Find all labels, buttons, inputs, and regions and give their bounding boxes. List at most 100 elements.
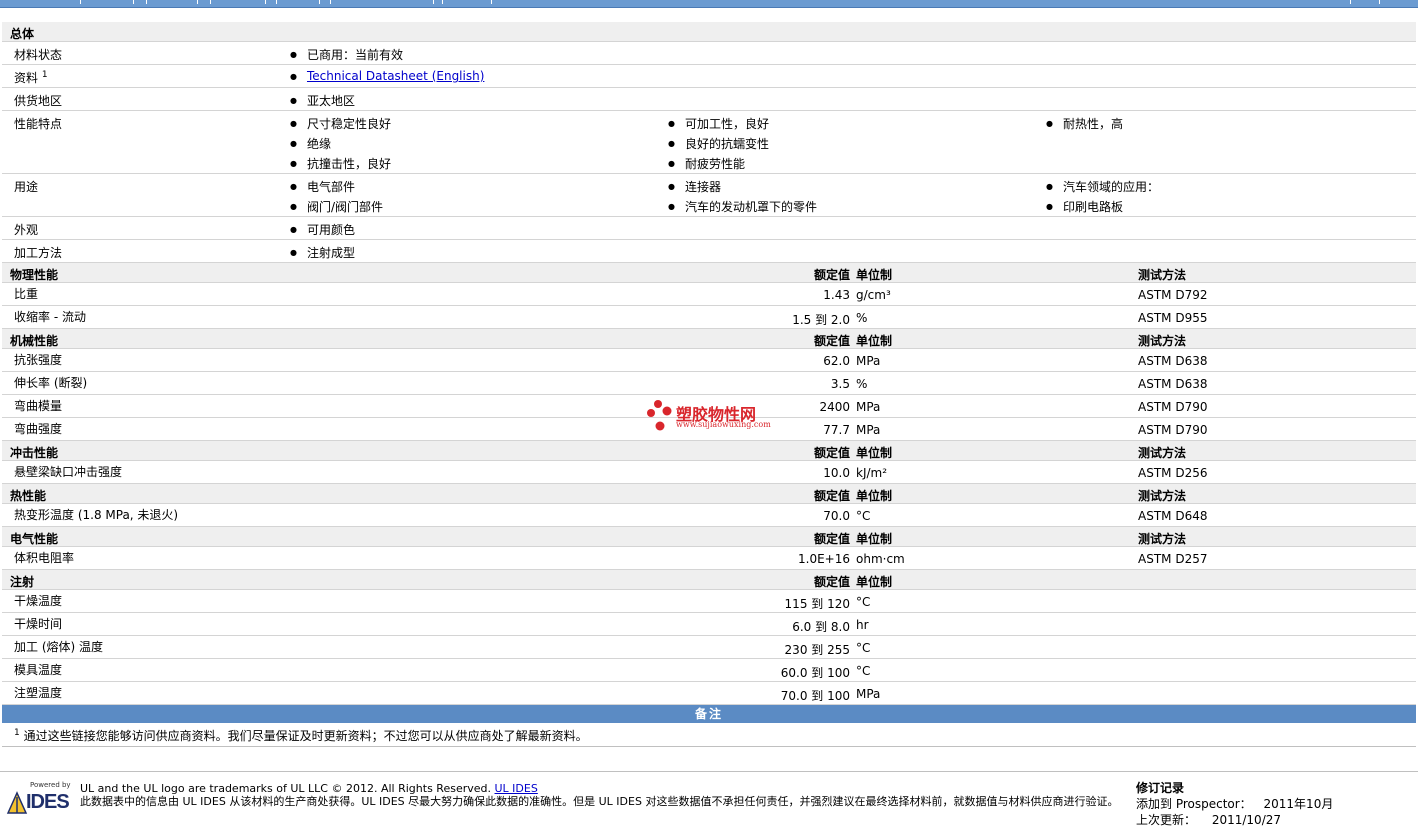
property-label: 干燥时间 bbox=[14, 617, 63, 631]
property-unit: °C bbox=[856, 664, 871, 678]
note-row: 1 通过这些链接您能够访问供应商资料。我们尽量保证及时更新资料；不过您可以从供应… bbox=[2, 723, 1416, 747]
property-row: 热变形温度 (1.8 MPa, 未退火) 70.0 °C ASTM D648 bbox=[2, 504, 1416, 527]
nav-tab[interactable] bbox=[146, 0, 198, 4]
property-value: 60.0 到 100 bbox=[780, 666, 850, 680]
technical-datasheet-link[interactable]: Technical Datasheet (English) bbox=[307, 69, 484, 83]
property-label: 体积电阻率 bbox=[14, 551, 75, 565]
test-method: ASTM D792 bbox=[1138, 288, 1208, 302]
general-row: 供货地区 亚太地区 bbox=[2, 88, 1416, 111]
section-title: 物理性能 bbox=[10, 268, 59, 282]
nav-tab[interactable] bbox=[442, 0, 492, 4]
property-value: 70.0 到 100 bbox=[780, 689, 850, 703]
property-unit: g/cm³ bbox=[856, 288, 891, 302]
property-unit: MPa bbox=[856, 687, 881, 701]
property-unit: % bbox=[856, 311, 868, 325]
column-header-value: 额定值 bbox=[813, 532, 850, 546]
property-label: 比重 bbox=[14, 287, 39, 301]
property-value: 1.43 bbox=[823, 288, 850, 302]
property-unit: % bbox=[856, 377, 868, 391]
bullet-item: 抗撞击性，良好 bbox=[290, 155, 391, 172]
column-header-unit: 单位制 bbox=[856, 446, 893, 460]
ides-logo[interactable]: Powered by IDES bbox=[6, 781, 72, 821]
property-unit: MPa bbox=[856, 354, 881, 368]
property-label: 模具温度 bbox=[14, 663, 63, 677]
section-title: 电气性能 bbox=[10, 532, 59, 546]
property-row: 收缩率 - 流动 1.5 到 2.0% ASTM D955 bbox=[2, 306, 1416, 329]
property-unit: ohm·cm bbox=[856, 552, 905, 566]
property-value: 3.5 bbox=[830, 377, 850, 391]
property-value: 1.0E+16 bbox=[798, 552, 850, 566]
general-row: 外观 可用颜色 bbox=[2, 217, 1416, 240]
row-label: 加工方法 bbox=[14, 246, 63, 260]
property-row: 注塑温度 70.0 到 100 MPa bbox=[2, 682, 1416, 705]
bullet-item: 印刷电路板 bbox=[1046, 198, 1123, 215]
property-row: 悬壁梁缺口冲击强度 10.0 kJ/m² ASTM D256 bbox=[2, 461, 1416, 484]
nav-tab[interactable] bbox=[330, 0, 434, 4]
bullet-item: 电气部件 bbox=[290, 178, 355, 195]
property-value: 10.0 bbox=[823, 466, 850, 480]
ul-ides-link[interactable]: UL IDES bbox=[495, 782, 538, 795]
bullet-item: 可用颜色 bbox=[290, 221, 355, 238]
bullet-item: 尺寸稳定性良好 bbox=[290, 115, 391, 132]
bullet-item: 连接器 bbox=[668, 178, 721, 195]
watermark-url: www.sujiaowuxing.com bbox=[676, 420, 771, 429]
row-label: 资料 1 bbox=[14, 70, 48, 85]
section-title: 机械性能 bbox=[10, 334, 59, 348]
property-unit: °C bbox=[856, 509, 871, 523]
footer-disclaimer: UL and the UL logo are trademarks of UL … bbox=[80, 782, 1130, 808]
revision-history: 修订记录 添加到 Prospector： 2011年10月 上次更新： 2011… bbox=[1136, 780, 1333, 828]
test-method: ASTM D648 bbox=[1138, 509, 1208, 523]
nav-tab[interactable] bbox=[276, 0, 320, 4]
column-header-value: 额定值 bbox=[813, 575, 850, 589]
revision-added: 添加到 Prospector： 2011年10月 bbox=[1136, 797, 1334, 811]
test-method: ASTM D790 bbox=[1138, 400, 1208, 414]
column-header-unit: 单位制 bbox=[856, 532, 893, 546]
revision-title: 修订记录 bbox=[1136, 781, 1185, 795]
section-title: 冲击性能 bbox=[10, 446, 59, 460]
watermark-logo: 塑胶物性网 www.sujiaowuxing.com bbox=[646, 399, 776, 433]
property-row: 模具温度 60.0 到 100 °C bbox=[2, 659, 1416, 682]
property-label: 注塑温度 bbox=[14, 686, 63, 700]
test-method: ASTM D638 bbox=[1138, 354, 1208, 368]
property-label: 弯曲模量 bbox=[14, 399, 63, 413]
test-method: ASTM D638 bbox=[1138, 377, 1208, 391]
section-header: 注射 额定值 单位制 bbox=[2, 570, 1416, 590]
property-value: 2400 bbox=[819, 400, 850, 414]
property-label: 悬壁梁缺口冲击强度 bbox=[14, 465, 123, 479]
column-header-value: 额定值 bbox=[813, 334, 850, 348]
property-unit: °C bbox=[856, 595, 871, 609]
property-row: 比重 1.43 g/cm³ ASTM D792 bbox=[2, 283, 1416, 306]
property-label: 弯曲强度 bbox=[14, 422, 63, 436]
nav-tab[interactable] bbox=[80, 0, 134, 4]
bullet-item: 耐热性，高 bbox=[1046, 115, 1123, 132]
property-label: 加工 (熔体) 温度 bbox=[14, 640, 103, 654]
property-unit: MPa bbox=[856, 400, 881, 414]
column-header-unit: 单位制 bbox=[856, 489, 893, 503]
property-value: 115 到 120 bbox=[784, 597, 850, 611]
section-title: 总体 bbox=[10, 27, 35, 41]
row-label: 外观 bbox=[14, 223, 39, 237]
property-row: 体积电阻率 1.0E+16 ohm·cm ASTM D257 bbox=[2, 547, 1416, 570]
property-unit: °C bbox=[856, 641, 871, 655]
bullet-item: 汽车的发动机罩下的零件 bbox=[668, 198, 817, 215]
section-header: 电气性能 额定值 单位制 测试方法 bbox=[2, 527, 1416, 547]
nav-tab[interactable] bbox=[210, 0, 266, 4]
column-header-method: 测试方法 bbox=[1138, 489, 1187, 503]
bullet-item: 注射成型 bbox=[290, 244, 355, 261]
nav-tab[interactable] bbox=[1350, 0, 1380, 4]
revision-updated: 上次更新： 2011/10/27 bbox=[1136, 813, 1282, 827]
property-label: 收缩率 - 流动 bbox=[14, 310, 86, 324]
property-unit: hr bbox=[856, 618, 869, 632]
property-row: 加工 (熔体) 温度 230 到 255 °C bbox=[2, 636, 1416, 659]
datasheet: 总体 材料状态 已商用：当前有效 资料 1 Technical Datashee… bbox=[2, 22, 1416, 747]
ides-triangle-icon bbox=[6, 791, 28, 814]
section-header: 物理性能 额定值 单位制 测试方法 bbox=[2, 263, 1416, 283]
property-value: 62.0 bbox=[823, 354, 850, 368]
column-header-method: 测试方法 bbox=[1138, 334, 1187, 348]
property-row: 抗张强度 62.0 MPa ASTM D638 bbox=[2, 349, 1416, 372]
note-text: 1 通过这些链接您能够访问供应商资料。我们尽量保证及时更新资料；不过您可以从供应… bbox=[14, 728, 588, 743]
bullet-item: 阀门/阀门部件 bbox=[290, 198, 383, 215]
bullet-item: Technical Datasheet (English) bbox=[290, 69, 484, 83]
section-title: 注射 bbox=[10, 575, 35, 589]
property-row: 干燥温度 115 到 120 °C bbox=[2, 590, 1416, 613]
